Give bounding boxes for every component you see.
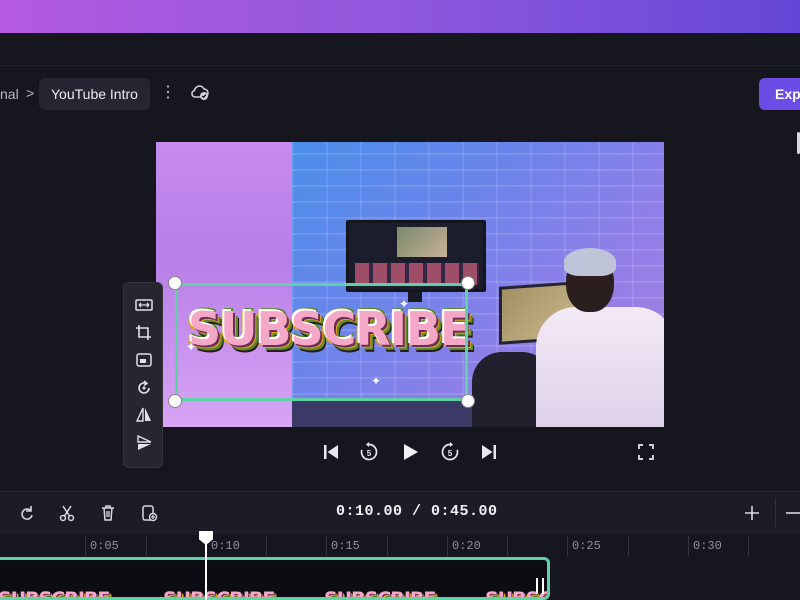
ruler-tick xyxy=(266,536,267,556)
ruler-label: 0:30 xyxy=(693,539,722,553)
ruler-tick xyxy=(567,536,568,556)
rewind-label: 5 xyxy=(367,449,372,458)
clip-thumbnail-text: SUBSCRIBE xyxy=(0,588,110,600)
ruler-tick xyxy=(85,536,86,556)
clip-thumbnail-text: SUBSCRIBE xyxy=(324,588,436,600)
cloud-sync-icon[interactable] xyxy=(189,83,211,103)
ruler-tick xyxy=(688,536,689,556)
redo-button[interactable] xyxy=(12,499,42,527)
split-button[interactable] xyxy=(52,499,82,527)
flip-vertical-icon[interactable] xyxy=(134,433,154,453)
ruler-tick xyxy=(628,536,629,556)
scene-person xyxy=(536,248,664,427)
rotate-icon[interactable] xyxy=(134,378,154,398)
ruler-label: 0:10 xyxy=(211,539,240,553)
ruler-tick xyxy=(507,536,508,556)
clip-trim-handle[interactable] xyxy=(536,578,544,594)
ruler-tick xyxy=(326,536,327,556)
ruler-tick xyxy=(447,536,448,556)
skip-to-end-icon[interactable] xyxy=(478,441,500,463)
timecode-display: 0:10.00 / 0:45.00 xyxy=(336,503,498,520)
breadcrumb-parent[interactable]: nal xyxy=(0,86,19,102)
ruler-label: 0:15 xyxy=(331,539,360,553)
duplicate-button[interactable] xyxy=(134,499,164,527)
play-icon[interactable] xyxy=(399,441,421,463)
ruler-label: 0:25 xyxy=(572,539,601,553)
ruler-label: 0:05 xyxy=(90,539,119,553)
resize-handle-top-right[interactable] xyxy=(461,276,475,290)
picture-in-picture-icon[interactable] xyxy=(134,350,154,370)
skip-to-start-icon[interactable] xyxy=(320,441,342,463)
toolbar-divider xyxy=(775,499,776,527)
forward-5-icon[interactable]: 5 xyxy=(439,441,461,463)
timeline-ruler[interactable] xyxy=(0,535,800,557)
forward-label: 5 xyxy=(448,449,453,458)
app-top-bar xyxy=(0,33,800,66)
flip-horizontal-icon[interactable] xyxy=(134,405,154,425)
selection-box[interactable] xyxy=(175,283,468,401)
breadcrumb-separator: > xyxy=(26,85,35,101)
fullscreen-icon[interactable] xyxy=(635,441,657,463)
delete-button[interactable] xyxy=(93,499,123,527)
video-clip-track[interactable]: SUBSCRIBE SUBSCRIBE SUBSCRIBE SUBSCRIBE xyxy=(0,557,550,600)
kebab-icon[interactable]: ⋮ xyxy=(160,83,176,103)
zoom-out-button[interactable] xyxy=(778,499,800,527)
element-toolbox xyxy=(123,282,163,468)
ruler-tick xyxy=(387,536,388,556)
top-banner xyxy=(0,0,800,33)
export-button[interactable]: Expo xyxy=(759,78,800,110)
ruler-tick xyxy=(146,536,147,556)
rewind-5-icon[interactable]: 5 xyxy=(358,441,380,463)
project-title[interactable]: YouTube Intro xyxy=(39,78,150,110)
ruler-tick xyxy=(748,536,749,556)
ruler-label: 0:20 xyxy=(452,539,481,553)
playhead[interactable] xyxy=(205,540,207,600)
fit-icon[interactable] xyxy=(134,295,154,315)
resize-handle-bottom-right[interactable] xyxy=(461,394,475,408)
clip-thumbnail-text: SUBSCRIBE xyxy=(163,588,275,600)
crop-icon[interactable] xyxy=(134,323,154,343)
zoom-in-button[interactable] xyxy=(737,499,767,527)
resize-handle-top-left[interactable] xyxy=(168,276,182,290)
resize-handle-bottom-left[interactable] xyxy=(168,394,182,408)
